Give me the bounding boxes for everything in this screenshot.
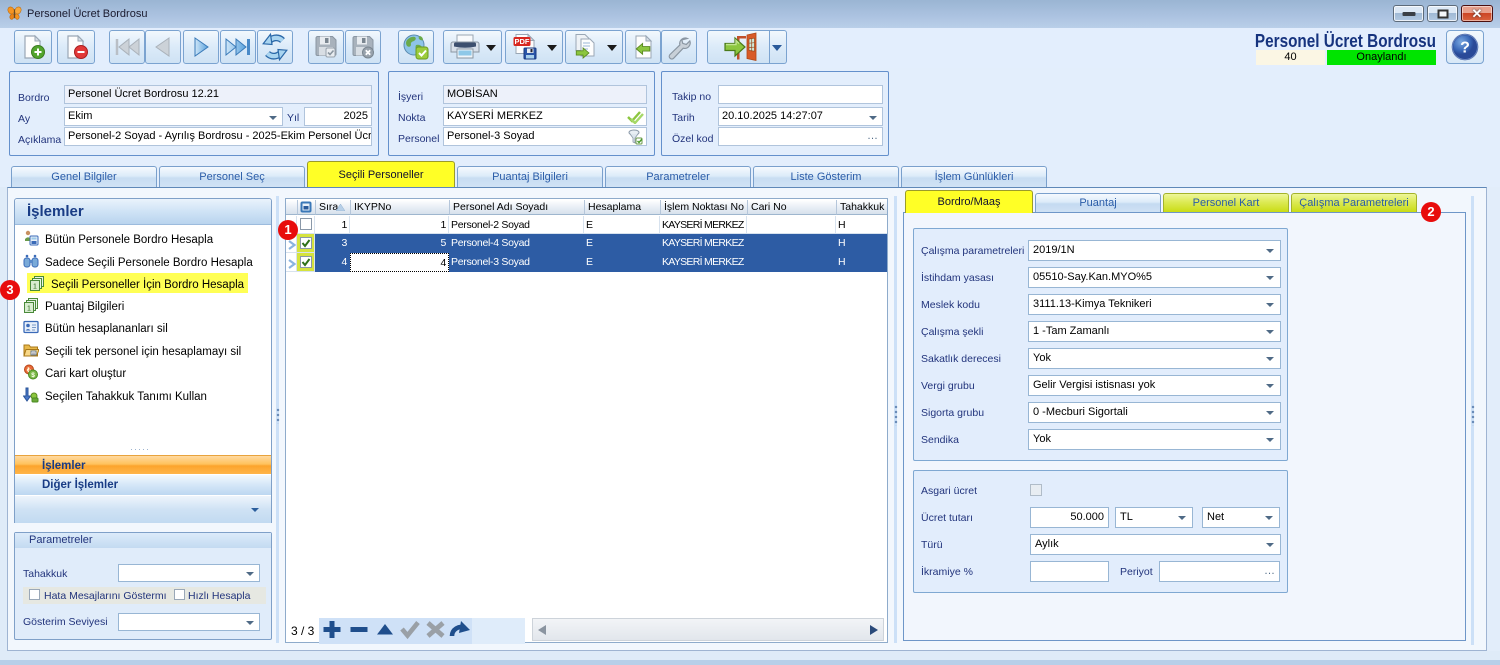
svg-text:$: $	[31, 372, 35, 379]
svg-text:1: 1	[27, 306, 31, 313]
svg-text:PDF: PDF	[515, 37, 530, 46]
svg-text:1: 1	[33, 284, 37, 291]
svg-text:?: ?	[1460, 40, 1470, 57]
